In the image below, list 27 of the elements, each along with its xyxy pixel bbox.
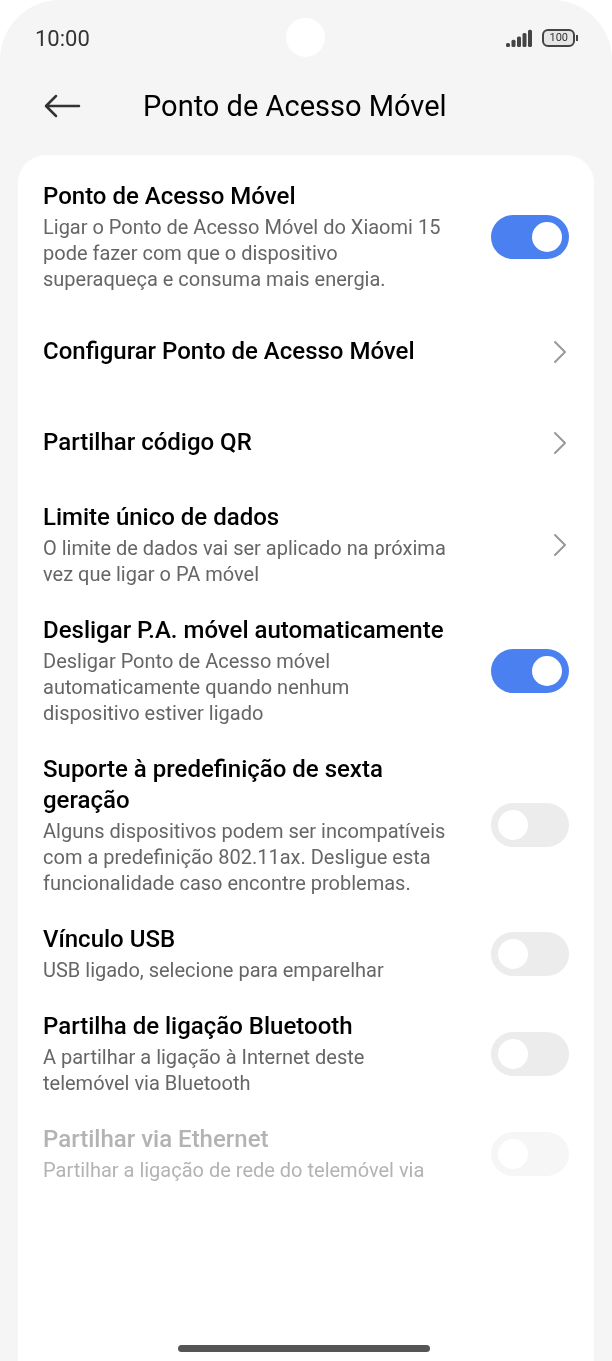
setting-title[interactable]: Configurar Ponto de Acesso Móvel (43, 320, 448, 383)
setting-title: Desligar P.A. móvel automaticamente (43, 615, 445, 646)
chevron-right-icon (553, 430, 567, 455)
setting-title: Partilhar via Ethernet (43, 1124, 270, 1155)
setting-description: Desligar Ponto de Acesso móvel automaticamente quando nenhum dispositivo estiver ligado (43, 648, 351, 726)
setting-title: Vínculo USB (43, 924, 177, 955)
toggle-switch[interactable] (491, 214, 569, 259)
setting-title: Ponto de Acesso Móvel (43, 181, 297, 212)
setting-description: Alguns dispositivos podem ser incompatíveis com a predefinição 802.11ax. Desligue esta funcionalidade caso encontre problemas. (43, 818, 447, 896)
status-time: 10:00 (35, 25, 90, 51)
home-indicator[interactable] (178, 1345, 430, 1352)
signal-icon (506, 29, 535, 47)
battery-level: 100 (542, 29, 575, 47)
setting-description: Partilhar a ligação de rede do telemóvel via (43, 1157, 426, 1183)
setting-title[interactable]: Partilhar código QR (43, 411, 448, 474)
toggle-switch[interactable] (491, 648, 569, 693)
setting-title: Suporte à predefinição de sexta geração (43, 754, 384, 816)
chevron-right-icon (553, 339, 567, 364)
setting-title: Partilha de ligação Bluetooth (43, 1011, 354, 1042)
setting-description: O limite de dados vai ser aplicado na próxima vez que ligar o PA móvel (43, 535, 447, 587)
chevron-right-icon (553, 532, 567, 557)
setting-description: USB ligado, selecione para emparelhar (43, 957, 385, 983)
setting-description: A partilhar a ligação à Internet deste telemóvel via Bluetooth (43, 1044, 366, 1096)
setting-description: Ligar o Ponto de Acesso Móvel do Xiaomi 15 pode fazer com que o dispositivo superaqueça e consuma mais energia. (43, 214, 442, 292)
page-title: Ponto de Acesso Móvel (143, 89, 447, 123)
setting-title[interactable]: Limite único de dados (43, 502, 448, 533)
back-arrow-icon[interactable] (42, 94, 82, 118)
